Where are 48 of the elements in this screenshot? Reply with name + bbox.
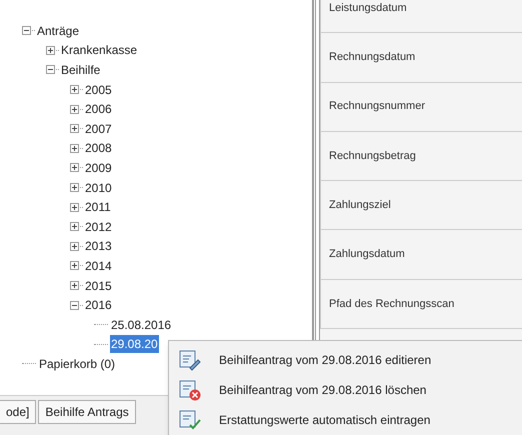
collapse-icon[interactable] <box>46 65 55 74</box>
expand-icon[interactable] <box>70 242 79 251</box>
tree-item[interactable]: 2006 <box>84 100 113 118</box>
tree-item[interactable]: 2010 <box>84 178 113 197</box>
field-label: Zahlungsdatum <box>329 247 405 262</box>
expand-icon[interactable] <box>70 124 79 134</box>
expand-icon[interactable] <box>70 222 79 232</box>
tree-item[interactable]: Papierkorb (0) <box>38 354 116 373</box>
field-label: Rechnungsdatum <box>329 50 416 66</box>
tree-item[interactable]: 2011 <box>84 198 112 216</box>
expand-icon[interactable] <box>70 144 79 153</box>
expand-icon[interactable] <box>70 281 79 290</box>
tree-item[interactable]: 29.08.20 <box>110 335 159 354</box>
expand-icon[interactable] <box>70 183 79 192</box>
menu-item[interactable]: Beihilfeantrag vom 29.08.2016 löschen <box>169 375 522 405</box>
tab[interactable]: ode] <box>0 400 36 424</box>
tree-item[interactable]: 2012 <box>84 218 113 236</box>
field-label: Leistungsdatum <box>329 0 407 16</box>
field-label: Rechnungsnummer <box>329 99 425 114</box>
expand-icon[interactable] <box>70 202 79 212</box>
tree-item[interactable]: 2014 <box>84 256 113 275</box>
collapse-icon[interactable] <box>70 300 79 310</box>
field-label: Zahlungsziel <box>329 198 391 214</box>
tree-item[interactable]: 2013 <box>84 237 113 256</box>
tree-item[interactable]: 2016 <box>84 296 113 314</box>
tree-item[interactable]: Beihilfe <box>60 60 102 79</box>
document-check-icon <box>179 409 201 431</box>
menu-item[interactable]: Erstattungswerte automatisch eintragen <box>169 405 522 435</box>
tree-item[interactable]: 2009 <box>84 158 113 177</box>
expand-icon[interactable] <box>70 104 79 114</box>
expand-icon[interactable] <box>70 163 79 172</box>
expand-icon[interactable] <box>70 85 79 94</box>
tree-item[interactable]: 2015 <box>84 276 113 295</box>
tree-item[interactable]: 2008 <box>84 139 113 158</box>
field-label: Pfad des Rechnungsscan <box>329 296 454 312</box>
tree-item[interactable]: Krankenkasse <box>60 41 138 60</box>
tree-item[interactable]: 2005 <box>84 80 113 99</box>
collapse-icon[interactable] <box>22 26 31 36</box>
tree-item[interactable]: Anträge <box>36 22 80 40</box>
expand-icon[interactable] <box>46 46 55 55</box>
document-pencil-icon <box>179 349 201 371</box>
tab[interactable]: Beihilfe Antrags <box>38 400 136 424</box>
field-label: Rechnungsbetrag <box>329 148 416 164</box>
menu-item[interactable]: Beihilfeantrag vom 29.08.2016 editieren <box>169 345 522 375</box>
document-x-icon <box>179 379 201 401</box>
tree-item[interactable]: 25.08.2016 <box>110 316 172 334</box>
tree-item[interactable]: 2007 <box>84 120 113 138</box>
expand-icon[interactable] <box>70 261 79 270</box>
